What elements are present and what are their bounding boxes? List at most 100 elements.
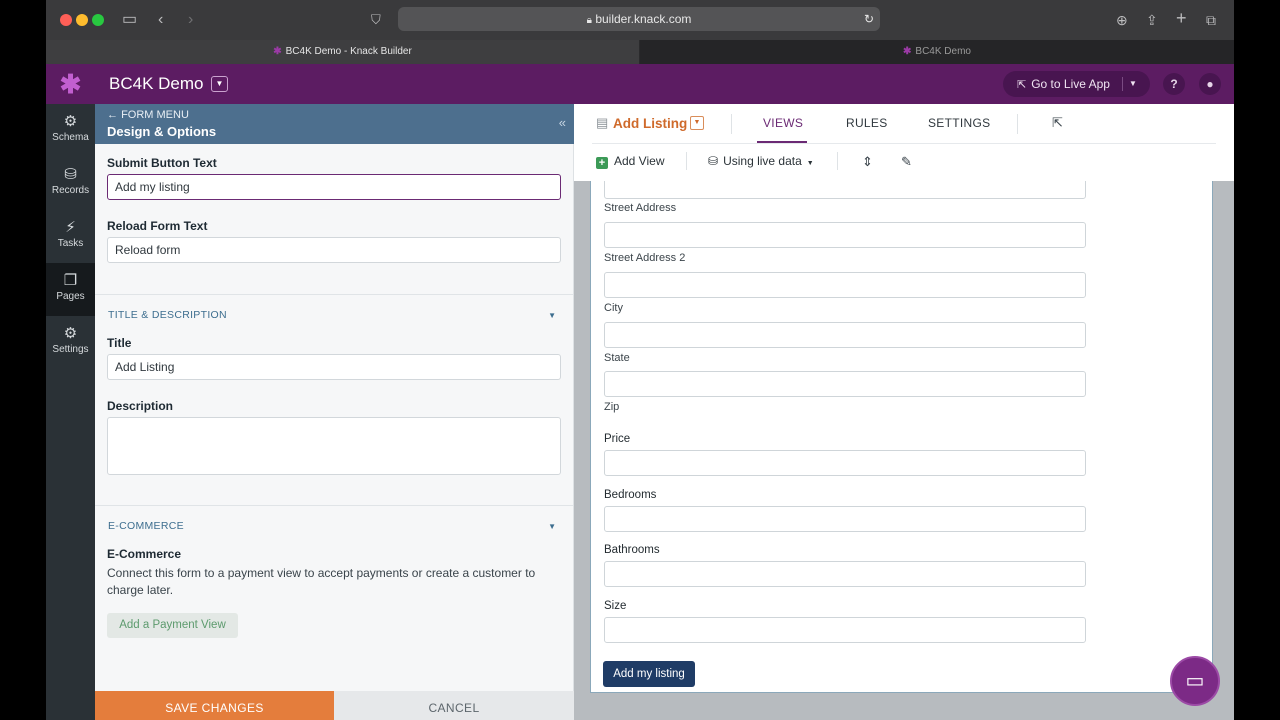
page-editor-header: ▤ Add Listing ▼ VIEWS RULES SETTINGS ⇱ +… <box>574 104 1234 181</box>
app-header: ✱ BC4K Demo ▼ ⇱ Go to Live App ▼ ? ● <box>46 64 1234 104</box>
database-icon: ⛁ <box>708 154 719 168</box>
submit-button-text-input[interactable]: Add my listing <box>107 174 561 200</box>
add-view-label: Add View <box>614 154 665 168</box>
nav-label: Schema <box>52 132 89 143</box>
form-field-input[interactable] <box>604 181 1086 199</box>
add-view-button[interactable]: + Add View <box>596 154 664 169</box>
sidebar-toggle-icon[interactable]: ▭ <box>122 10 137 30</box>
ecommerce-label: E-Commerce <box>107 547 182 561</box>
ecommerce-description: Connect this form to a payment view to a… <box>107 566 536 597</box>
reload-icon[interactable]: ↻ <box>864 7 874 31</box>
title-label: Title <box>107 336 132 350</box>
form-menu-back-link[interactable]: ← FORM MENU <box>107 109 189 121</box>
live-data-dropdown[interactable]: ⛁ Using live data ▼ <box>708 154 814 168</box>
street-address-input[interactable] <box>604 222 1086 248</box>
title-description-section-toggle[interactable]: TITLE & DESCRIPTION <box>108 309 227 321</box>
form-preview: Street Address Street Address 2 City Sta… <box>590 181 1213 693</box>
share-icon[interactable]: ⇪ <box>1146 10 1158 30</box>
divider <box>95 505 573 506</box>
tab-settings[interactable]: SETTINGS <box>928 116 990 130</box>
chat-support-icon[interactable]: ▭ <box>1170 656 1220 706</box>
street-address-2-input[interactable] <box>604 272 1086 298</box>
city-input[interactable] <box>604 322 1086 348</box>
nav-item-settings[interactable]: ⚙ Settings <box>46 316 95 369</box>
collapse-panel-icon[interactable]: « <box>559 115 566 130</box>
browser-tab-live[interactable]: ✱ BC4K Demo <box>640 40 1234 64</box>
divider <box>686 152 687 170</box>
nav-label: Pages <box>56 291 85 302</box>
tab-views[interactable]: VIEWS <box>763 116 803 130</box>
save-changes-button[interactable]: SAVE CHANGES <box>95 691 334 720</box>
app-name[interactable]: BC4K Demo <box>109 73 203 95</box>
field-label: Size <box>604 600 627 612</box>
nav-item-tasks[interactable]: ⚡︎ Tasks <box>46 210 95 263</box>
page-title[interactable]: Add Listing <box>613 116 687 131</box>
bedrooms-input[interactable] <box>604 506 1086 532</box>
app-menu-caret-icon[interactable]: ▼ <box>211 76 228 92</box>
browser-window: ▭ ‹ › ⛉ 🔒︎ builder.knack.com ↻ ⊕ ⇪ + ⧉ ✱… <box>46 0 1234 720</box>
caret-down-icon[interactable]: ▼ <box>548 311 556 320</box>
chevron-down-icon[interactable]: ▼ <box>1129 71 1137 97</box>
form-submit-button[interactable]: Add my listing <box>603 661 695 687</box>
field-label: State <box>604 352 630 364</box>
field-label: Bedrooms <box>604 489 657 501</box>
schema-icon: ⚙︎ <box>63 113 78 130</box>
zoom-window-button[interactable] <box>92 14 104 26</box>
submit-button-text-label: Submit Button Text <box>107 156 217 170</box>
external-link-icon[interactable]: ⇱ <box>1052 115 1063 131</box>
caret-down-icon[interactable]: ▼ <box>548 522 556 531</box>
lock-icon: 🔒︎ <box>586 15 592 26</box>
add-payment-view-button[interactable]: Add a Payment View <box>107 613 238 638</box>
divider <box>592 143 1216 144</box>
pages-icon: ❐ <box>63 272 78 289</box>
download-icon[interactable]: ⊕ <box>1116 10 1128 30</box>
chevron-down-icon: ▼ <box>806 160 814 167</box>
ecommerce-section-toggle[interactable]: E-COMMERCE <box>108 520 184 532</box>
nav-item-records[interactable]: ⛁ Records <box>46 157 95 210</box>
divider <box>1017 114 1018 134</box>
divider <box>837 152 838 170</box>
tab-rules[interactable]: RULES <box>846 116 888 130</box>
divider <box>95 294 573 295</box>
page-menu-caret-icon[interactable]: ▼ <box>690 116 704 130</box>
price-input[interactable] <box>604 450 1086 476</box>
live-data-label: Using live data <box>723 154 802 168</box>
form-options-panel: ← FORM MENU Design & Options « Submit Bu… <box>95 104 574 720</box>
bathrooms-input[interactable] <box>604 561 1086 587</box>
go-to-live-app-button[interactable]: ⇱ Go to Live App ▼ <box>1003 71 1150 97</box>
tab-overview-icon[interactable]: ⧉ <box>1206 10 1216 30</box>
field-label: Zip <box>604 401 620 413</box>
forward-icon[interactable]: › <box>188 10 193 30</box>
shield-icon[interactable]: ⛉ <box>371 10 381 30</box>
reload-form-text-input[interactable]: Reload form <box>107 237 561 263</box>
account-icon[interactable]: ● <box>1199 73 1221 95</box>
knack-favicon-icon: ✱ <box>903 46 912 57</box>
plus-icon: + <box>596 157 608 169</box>
url-bar[interactable]: 🔒︎ builder.knack.com ↻ <box>398 7 880 31</box>
title-input[interactable]: Add Listing <box>107 354 561 380</box>
go-live-label: Go to Live App <box>1031 77 1110 91</box>
size-input[interactable] <box>604 617 1086 643</box>
divider <box>731 114 732 134</box>
nav-item-schema[interactable]: ⚙︎ Schema <box>46 104 95 157</box>
magic-wand-icon[interactable]: ✎ <box>901 154 912 170</box>
new-tab-icon[interactable]: + <box>1176 8 1187 28</box>
panel-title: Design & Options <box>107 124 217 139</box>
nav-item-pages[interactable]: ❐ Pages <box>46 263 95 316</box>
left-nav: ⚙︎ Schema ⛁ Records ⚡︎ Tasks ❐ Pages ⚙ S… <box>46 104 95 720</box>
help-icon[interactable]: ? <box>1163 73 1185 95</box>
cancel-button[interactable]: CANCEL <box>334 691 574 720</box>
field-label: Street Address <box>604 202 677 214</box>
state-input[interactable] <box>604 371 1086 397</box>
back-label: FORM MENU <box>121 109 189 121</box>
browser-tab-builder[interactable]: ✱ BC4K Demo - Knack Builder <box>46 40 639 64</box>
description-textarea[interactable] <box>107 417 561 475</box>
minimize-window-button[interactable] <box>76 14 88 26</box>
knack-logo-icon[interactable]: ✱ <box>46 64 95 104</box>
tab-label: BC4K Demo - Knack Builder <box>285 46 412 57</box>
spacing-icon[interactable]: ⇕ <box>862 154 873 170</box>
close-window-button[interactable] <box>60 14 72 26</box>
back-icon[interactable]: ‹ <box>158 10 163 30</box>
gear-icon: ⚙ <box>63 325 78 342</box>
page-icon: ▤ <box>596 115 609 130</box>
